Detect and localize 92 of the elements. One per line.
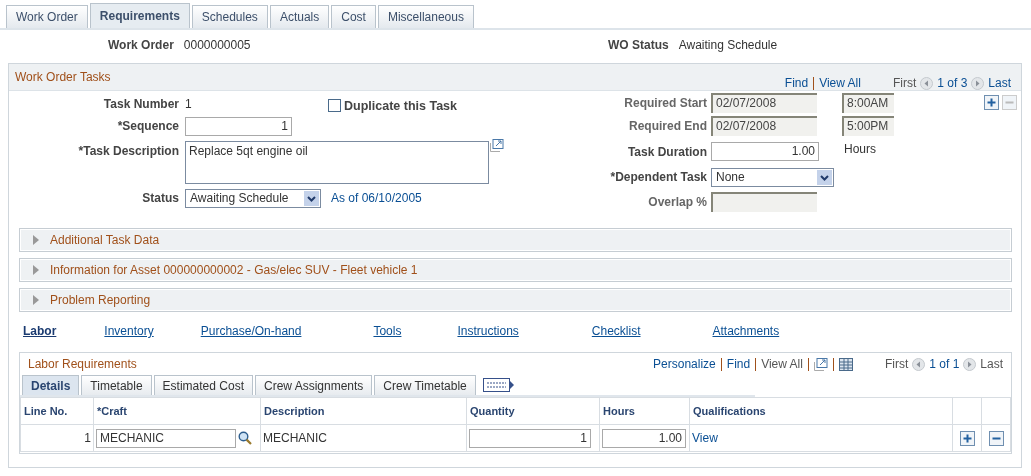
time-field: 8:00AM <box>842 92 894 113</box>
view-all-link[interactable]: View All <box>819 76 861 90</box>
last-link[interactable]: Last <box>988 76 1011 90</box>
sequence-field[interactable]: 1 <box>185 116 292 136</box>
column-header: Quantity <box>466 397 600 425</box>
field-label: Required End <box>628 119 707 133</box>
field-value: 0000000005 <box>183 38 251 52</box>
expand-icon[interactable] <box>32 295 40 305</box>
grid-tab[interactable]: Crew Assignments <box>255 375 373 395</box>
last-label: Last <box>980 357 1003 371</box>
field-value: 1 <box>185 97 193 111</box>
page-count: 1 of 1 <box>929 357 960 371</box>
expand-icon[interactable] <box>32 265 40 275</box>
field-label: WO Status <box>608 38 669 52</box>
status-date: As of 06/10/2005 <box>331 191 422 205</box>
find-link[interactable]: Find <box>784 76 809 90</box>
field-label: Required Start <box>623 95 707 110</box>
page-tab[interactable]: Work Order <box>6 5 88 28</box>
column-header: Line No. <box>20 397 94 425</box>
page-link[interactable]: Inventory <box>104 324 154 340</box>
input-field: 02/07/2008 <box>711 116 817 136</box>
field-value: Awaiting Schedule <box>678 38 778 52</box>
grid-tab[interactable]: Crew Timetable <box>374 375 476 395</box>
first-label: First <box>892 76 917 90</box>
view-link[interactable]: View <box>692 431 718 445</box>
section-title: Information for Asset 000000000002 - Gas/elec SUV - Fleet vehicle 1 <box>50 263 418 277</box>
hours-field[interactable]: 1.00 <box>602 428 686 448</box>
section-title: Problem Reporting <box>50 293 151 307</box>
checkbox[interactable] <box>328 99 341 112</box>
field-label: Task Duration <box>626 144 707 159</box>
grid-tab[interactable]: Details <box>22 375 80 395</box>
field-label: Task Number <box>102 97 179 111</box>
page-link[interactable]: Instructions <box>457 324 519 340</box>
grid-tab[interactable]: Estimated Cost <box>153 375 253 395</box>
page-tab[interactable]: Cost <box>331 5 376 28</box>
column-header: Qualifications <box>689 397 953 425</box>
delete-row-button[interactable] <box>988 430 1004 446</box>
time-field: 5:00PM <box>842 116 894 136</box>
field-label: *Sequence <box>116 119 179 133</box>
first-label: First <box>884 357 909 371</box>
show-all-columns-icon[interactable] <box>482 378 515 392</box>
new-window-icon[interactable] <box>813 357 828 371</box>
grid-title: Labor Requirements <box>28 357 137 371</box>
search-icon[interactable] <box>238 431 252 445</box>
spreadsheet-icon[interactable] <box>838 357 853 371</box>
collapsible-section[interactable]: Problem Reporting <box>19 288 1012 312</box>
field-label: Work Order <box>108 38 174 52</box>
input-field[interactable]: 1.00 <box>711 142 819 161</box>
page-link[interactable]: Purchase/On-hand <box>200 324 302 340</box>
personalize-link[interactable]: Personalize <box>653 357 716 371</box>
page-link[interactable]: Checklist <box>591 324 641 340</box>
field-label: *Dependent Task <box>609 170 707 184</box>
dependent-task-dropdown[interactable]: None <box>711 167 834 187</box>
collapsible-section[interactable]: Additional Task Data <box>19 228 1012 252</box>
previous-icon[interactable] <box>920 76 934 90</box>
add-row-button[interactable] <box>984 95 999 110</box>
view-all-label: View All <box>761 357 803 371</box>
page-tab[interactable]: Schedules <box>191 5 268 28</box>
table-cell: MECHANIC <box>260 424 467 452</box>
panel-title: Work Order Tasks <box>15 70 111 84</box>
description-field[interactable]: Replace 5qt engine oil <box>185 140 489 184</box>
grid-tab[interactable]: Timetable <box>81 375 152 395</box>
page-link[interactable]: Attachments <box>712 324 780 340</box>
page-link[interactable]: Labor <box>23 324 57 340</box>
expand-icon[interactable] <box>32 235 40 245</box>
quantity-field[interactable]: 1 <box>469 428 591 448</box>
previous-icon[interactable] <box>912 357 926 371</box>
craft-field[interactable]: MECHANIC <box>96 428 236 448</box>
find-link[interactable]: Find <box>726 357 751 371</box>
field-label: Status <box>141 191 179 205</box>
collapsible-section[interactable]: Information for Asset 000000000002 - Gas/elec SUV - Fleet vehicle 1 <box>19 258 1012 282</box>
expand-icon[interactable] <box>490 138 504 152</box>
field-label: Overlap % <box>647 195 707 209</box>
dropdown-value: None <box>716 170 745 184</box>
page-count: 1 of 3 <box>937 76 968 90</box>
unit-label: Hours <box>844 141 876 156</box>
table-cell: 1 <box>20 424 94 452</box>
next-icon[interactable] <box>971 76 985 90</box>
next-icon[interactable] <box>963 357 977 371</box>
dropdown-value: Awaiting Schedule <box>190 191 289 205</box>
field-label: *Task Description <box>77 144 179 158</box>
page-tab[interactable]: Requirements <box>89 3 190 28</box>
section-title: Additional Task Data <box>50 233 160 247</box>
add-row-button[interactable] <box>959 430 975 446</box>
status-dropdown[interactable]: Awaiting Schedule <box>185 188 321 208</box>
column-header: Description <box>260 397 467 425</box>
column-header: *Craft <box>93 397 261 425</box>
input-field: 02/07/2008 <box>711 92 817 113</box>
page-tab[interactable]: Actuals <box>269 5 330 28</box>
column-header: Hours <box>599 397 690 425</box>
page-link[interactable]: Tools <box>373 324 402 340</box>
page-tab[interactable]: Miscellaneous <box>377 5 474 28</box>
